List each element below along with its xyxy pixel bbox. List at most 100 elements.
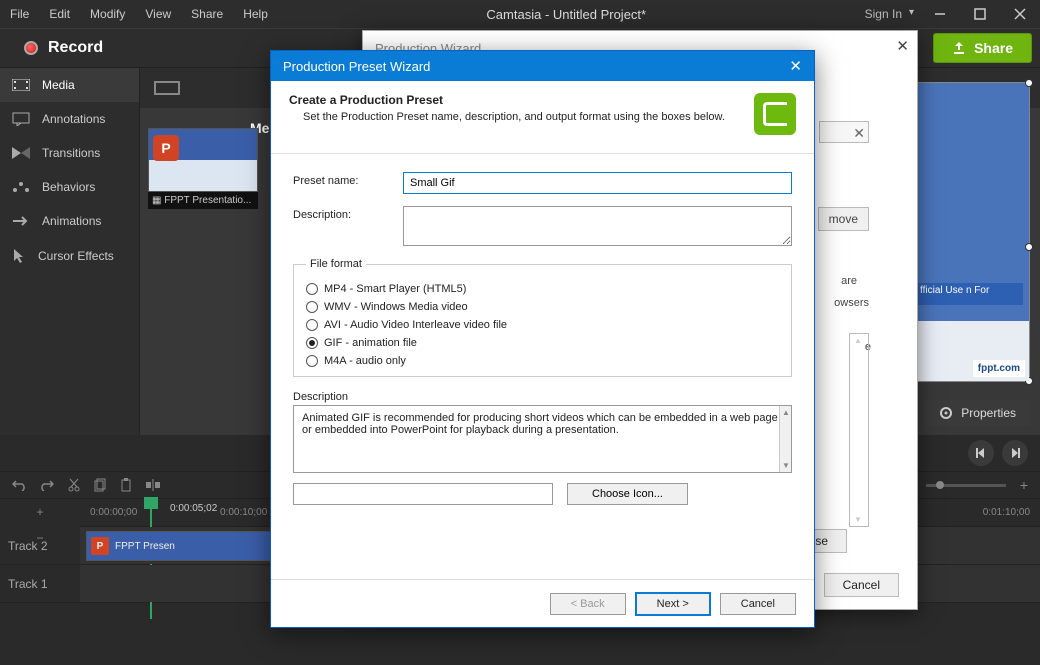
radio-icon bbox=[306, 301, 318, 313]
format-description-box: Animated GIF is recommended for producin… bbox=[293, 405, 792, 473]
properties-button[interactable]: Properties bbox=[925, 400, 1030, 426]
radio-icon-checked bbox=[306, 337, 318, 349]
wizard-heading: Create a Production Preset bbox=[289, 93, 725, 107]
format-mp4-label: MP4 - Smart Player (HTML5) bbox=[324, 283, 466, 295]
sidebar-item-transitions[interactable]: Transitions bbox=[0, 136, 139, 170]
share-label: Share bbox=[974, 40, 1013, 56]
sidebar-media-label: Media bbox=[42, 78, 75, 92]
cut-button[interactable] bbox=[68, 478, 80, 492]
menu-help[interactable]: Help bbox=[233, 1, 278, 27]
inner-close-icon[interactable]: ✕ bbox=[853, 125, 865, 142]
thumbnail-image: P bbox=[148, 128, 258, 192]
sidebar-behaviors-label: Behaviors bbox=[42, 180, 95, 194]
animation-icon bbox=[12, 215, 30, 227]
cancel-button-back[interactable]: Cancel bbox=[824, 573, 899, 597]
sidebar-item-animations[interactable]: Animations bbox=[0, 204, 139, 238]
paste-icon bbox=[120, 478, 132, 492]
paste-button[interactable] bbox=[120, 478, 132, 492]
track-lock-button[interactable]: − bbox=[0, 525, 80, 551]
time-tick-1: 0:00:10;00 bbox=[220, 507, 267, 518]
undo-icon bbox=[12, 479, 26, 491]
scroll-down-icon[interactable]: ▼ bbox=[782, 461, 790, 470]
menu-modify[interactable]: Modify bbox=[80, 1, 135, 27]
fppt-watermark: fppt.com bbox=[973, 360, 1025, 377]
preset-wizard-close-button[interactable]: ✕ bbox=[789, 57, 802, 75]
next-button[interactable]: Next > bbox=[636, 593, 710, 615]
clip-fppt[interactable]: P FPPT Presen bbox=[86, 531, 276, 561]
copy-button[interactable] bbox=[94, 478, 106, 492]
sidebar-transitions-label: Transitions bbox=[42, 146, 100, 160]
description-scrollbar[interactable]: ▲ ▼ bbox=[779, 406, 791, 472]
redo-icon bbox=[40, 479, 54, 491]
copy-icon bbox=[94, 478, 106, 492]
maximize-icon bbox=[974, 8, 986, 20]
partial-listbox[interactable]: ▲ ▼ bbox=[849, 333, 869, 527]
sidebar-item-media[interactable]: Media bbox=[0, 68, 139, 102]
media-tab-icon[interactable] bbox=[154, 81, 180, 95]
file-format-fieldset: File format MP4 - Smart Player (HTML5) W… bbox=[293, 258, 792, 377]
selection-handle-r[interactable] bbox=[1025, 243, 1033, 251]
format-avi-radio[interactable]: AVI - Audio Video Interleave video file bbox=[306, 316, 779, 334]
preview-footer: fppt.com bbox=[911, 321, 1029, 381]
menu-share[interactable]: Share bbox=[181, 1, 233, 27]
step-forward-button[interactable] bbox=[1002, 440, 1028, 466]
split-icon bbox=[146, 478, 160, 492]
sidebar-cursor-label: Cursor Effects bbox=[38, 249, 114, 263]
preset-wizard-title: Production Preset Wizard bbox=[283, 59, 430, 74]
production-wizard-close-button[interactable]: ✕ bbox=[896, 37, 909, 55]
window-close-button[interactable] bbox=[1000, 0, 1040, 28]
menu-file[interactable]: File bbox=[0, 1, 39, 27]
format-m4a-radio[interactable]: M4A - audio only bbox=[306, 352, 779, 370]
format-avi-label: AVI - Audio Video Interleave video file bbox=[324, 319, 507, 331]
scroll-down-icon[interactable]: ▼ bbox=[854, 515, 862, 524]
canvas-preview[interactable]: fficial Use n For fppt.com Properties bbox=[910, 82, 1030, 426]
partial-text-share: are bbox=[841, 275, 857, 287]
annotation-icon bbox=[12, 112, 30, 126]
minimize-button[interactable] bbox=[920, 0, 960, 28]
format-gif-radio[interactable]: GIF - animation file bbox=[306, 334, 779, 352]
playhead-time: 0:00:05;02 bbox=[170, 503, 217, 514]
sidebar-annotations-label: Annotations bbox=[42, 112, 105, 126]
selection-handle-tr[interactable] bbox=[1025, 79, 1033, 87]
sidebar-item-cursor-effects[interactable]: Cursor Effects bbox=[0, 238, 139, 274]
cursor-icon bbox=[12, 248, 26, 264]
transition-icon bbox=[12, 147, 30, 159]
menu-view[interactable]: View bbox=[135, 1, 181, 27]
properties-label: Properties bbox=[961, 406, 1016, 420]
share-button[interactable]: Share bbox=[933, 33, 1032, 63]
description-input[interactable] bbox=[403, 206, 792, 246]
icon-path-input[interactable] bbox=[293, 483, 553, 505]
radio-icon bbox=[306, 319, 318, 331]
add-track-button[interactable]: + bbox=[0, 499, 80, 525]
menu-edit[interactable]: Edit bbox=[39, 1, 80, 27]
share-icon bbox=[952, 41, 966, 55]
format-mp4-radio[interactable]: MP4 - Smart Player (HTML5) bbox=[306, 280, 779, 298]
sidebar-item-behaviors[interactable]: Behaviors bbox=[0, 170, 139, 204]
preset-name-label: Preset name: bbox=[293, 172, 403, 187]
sign-in-button[interactable]: Sign In bbox=[855, 1, 920, 27]
choose-icon-button[interactable]: Choose Icon... bbox=[567, 483, 688, 505]
preset-name-input[interactable] bbox=[403, 172, 792, 194]
undo-button[interactable] bbox=[12, 479, 26, 491]
scroll-up-icon[interactable]: ▲ bbox=[782, 408, 790, 417]
remove-button-partial[interactable]: move bbox=[818, 207, 869, 231]
preview-caption: fficial Use n For bbox=[917, 283, 1023, 305]
camtasia-logo-icon bbox=[754, 93, 796, 135]
behavior-icon bbox=[12, 181, 30, 193]
preset-wizard-titlebar[interactable]: Production Preset Wizard ✕ bbox=[271, 51, 814, 81]
format-wmv-radio[interactable]: WMV - Windows Media video bbox=[306, 298, 779, 316]
track-1-label[interactable]: Track 1 bbox=[0, 565, 80, 602]
split-button[interactable] bbox=[146, 478, 160, 492]
scroll-up-icon[interactable]: ▲ bbox=[854, 336, 862, 345]
format-gif-label: GIF - animation file bbox=[324, 337, 417, 349]
maximize-button[interactable] bbox=[960, 0, 1000, 28]
app-title: Camtasia - Untitled Project* bbox=[278, 7, 855, 22]
record-button[interactable]: Record bbox=[8, 39, 119, 57]
zoom-slider[interactable] bbox=[926, 484, 1006, 487]
step-back-button[interactable] bbox=[968, 440, 994, 466]
sidebar-item-annotations[interactable]: Annotations bbox=[0, 102, 139, 136]
media-thumbnail[interactable]: P ▦ FPPT Presentatio... bbox=[148, 128, 258, 209]
zoom-in-button[interactable]: + bbox=[1020, 477, 1028, 493]
redo-button[interactable] bbox=[40, 479, 54, 491]
cancel-button[interactable]: Cancel bbox=[720, 593, 796, 615]
